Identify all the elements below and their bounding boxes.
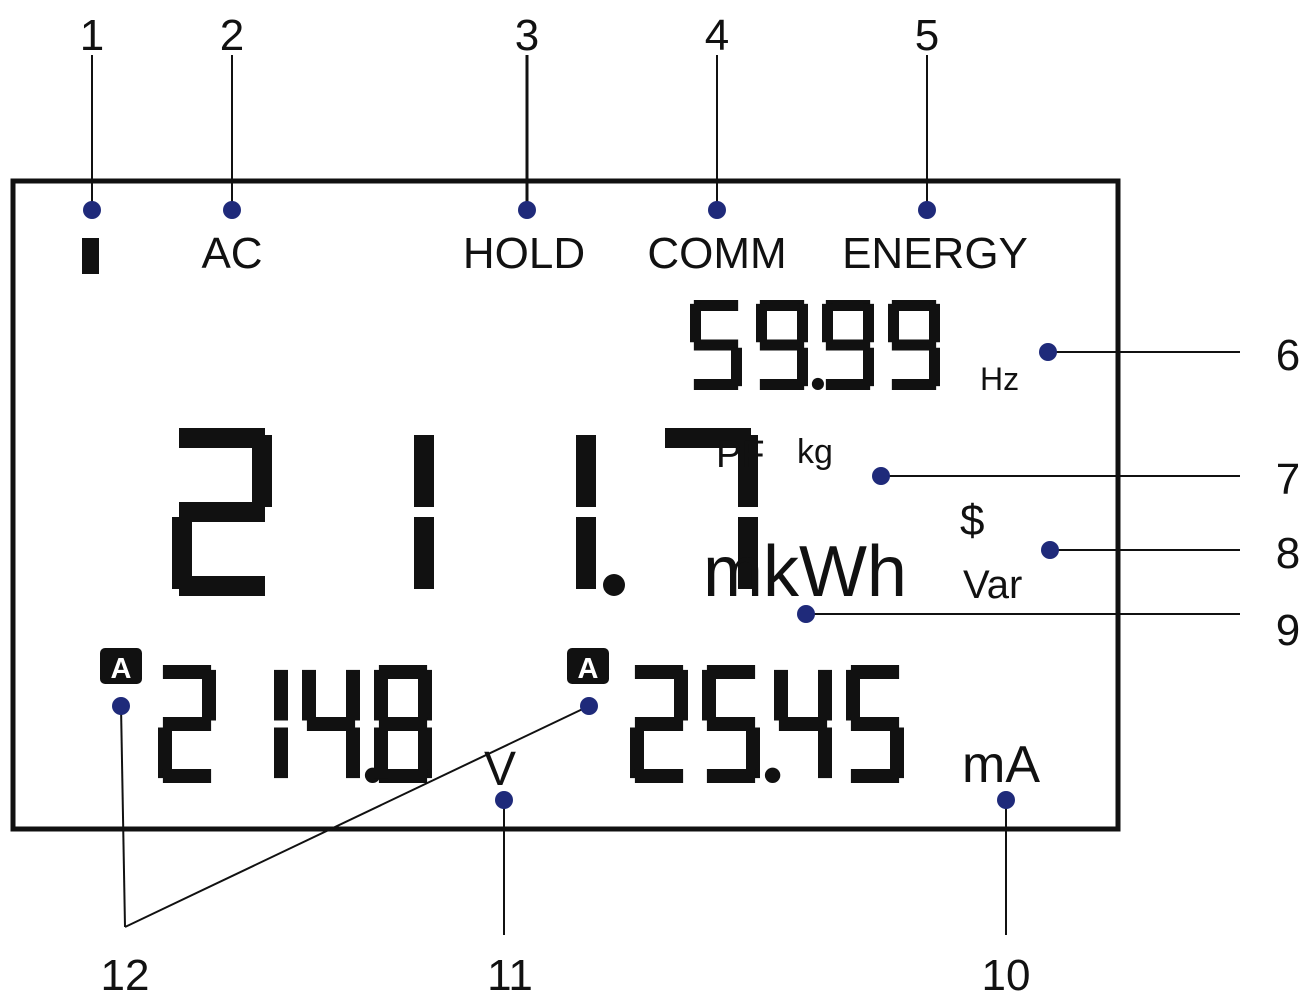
var-unit-label: Var — [963, 563, 1022, 607]
voltage-a-badge: A — [100, 648, 142, 685]
segment-b — [863, 303, 874, 343]
segment-d — [634, 769, 684, 783]
callout-dot-8 — [1041, 541, 1059, 559]
info-bar-icon — [82, 238, 99, 274]
segment-f — [302, 669, 316, 721]
callout-dot-6 — [1039, 343, 1057, 361]
callout-number-2: 2 — [220, 11, 244, 60]
segment-b — [576, 435, 596, 507]
decimal-point — [764, 767, 781, 783]
callout-dot-12b — [580, 697, 598, 715]
segment-b — [252, 435, 272, 507]
segment-c — [576, 517, 596, 589]
callout-number-9: 9 — [1276, 606, 1300, 655]
segment-f — [888, 303, 899, 343]
volt-unit-label: V — [484, 743, 516, 796]
segment-f — [774, 669, 788, 721]
segment-f — [702, 669, 716, 721]
hold-indicator: HOLD — [463, 229, 585, 278]
segment-b — [797, 303, 808, 343]
segment-g — [825, 339, 871, 351]
segment-d — [706, 769, 756, 783]
dollar-label: $ — [960, 496, 984, 545]
segment-d — [891, 379, 937, 390]
kg-label: kg — [797, 433, 833, 471]
segment-b — [346, 669, 360, 721]
segment-b — [414, 435, 434, 507]
callout-number-6: 6 — [1276, 331, 1300, 380]
callout-dot-5 — [918, 201, 936, 219]
segment-b — [929, 303, 940, 343]
segment-g — [891, 339, 937, 351]
callout-number-8: 8 — [1276, 529, 1300, 578]
callout-number-7: 7 — [1276, 455, 1300, 504]
segment-f — [374, 669, 388, 721]
callout-number-11: 11 — [487, 951, 533, 998]
segment-f — [756, 303, 767, 343]
callout-number-10: 10 — [982, 951, 1031, 998]
callout-number-5: 5 — [915, 11, 939, 60]
segment-d — [759, 379, 805, 390]
energy-unit-label: mkWh — [703, 532, 907, 612]
pf-label: PF — [716, 434, 765, 476]
segment-c — [818, 727, 832, 779]
segment-e — [374, 727, 388, 779]
segment-g — [378, 717, 428, 731]
segment-f — [822, 303, 833, 343]
callout-number-4: 4 — [705, 11, 729, 60]
decimal-point — [811, 377, 824, 391]
segment-d — [825, 379, 871, 390]
callout-number-12: 12 — [101, 951, 150, 998]
segment-d — [693, 379, 739, 390]
segment-c — [346, 727, 360, 779]
segment-d — [850, 769, 900, 783]
callout-dot-3 — [518, 201, 536, 219]
callout-dot-2 — [223, 201, 241, 219]
segment-c — [274, 727, 288, 779]
ac-indicator: AC — [201, 229, 262, 278]
segment-g — [759, 339, 805, 351]
segment-d — [179, 576, 265, 596]
segment-c — [414, 517, 434, 589]
callout-dot-4 — [708, 201, 726, 219]
segment-f — [846, 669, 860, 721]
segment-b — [818, 669, 832, 721]
callout-dot-1 — [83, 201, 101, 219]
segment-b — [674, 669, 688, 721]
lcd-callout-diagram: 1 2 3 4 5 6 7 8 9 10 11 12 AC HOLD COMM … — [10, 11, 1300, 998]
segment-b — [202, 669, 216, 721]
energy-indicator: ENERGY — [842, 229, 1028, 278]
milliamp-unit-label: mA — [962, 736, 1040, 794]
callout-number-1: 1 — [80, 11, 104, 60]
callout-dot-7 — [872, 467, 890, 485]
segment-b — [418, 669, 432, 721]
voltage-a-badge-label: A — [111, 653, 132, 685]
segment-b — [274, 669, 288, 721]
callout-dot-12a — [112, 697, 130, 715]
hz-unit-label: Hz — [980, 361, 1019, 397]
segment-d — [162, 769, 212, 783]
lcd-frame — [10, 178, 1121, 832]
current-a-badge-label: A — [578, 653, 599, 685]
segment-f — [690, 303, 701, 343]
comm-indicator: COMM — [647, 229, 786, 278]
current-a-badge: A — [567, 648, 609, 685]
callout-number-3: 3 — [515, 11, 539, 60]
decimal-point — [603, 574, 625, 596]
